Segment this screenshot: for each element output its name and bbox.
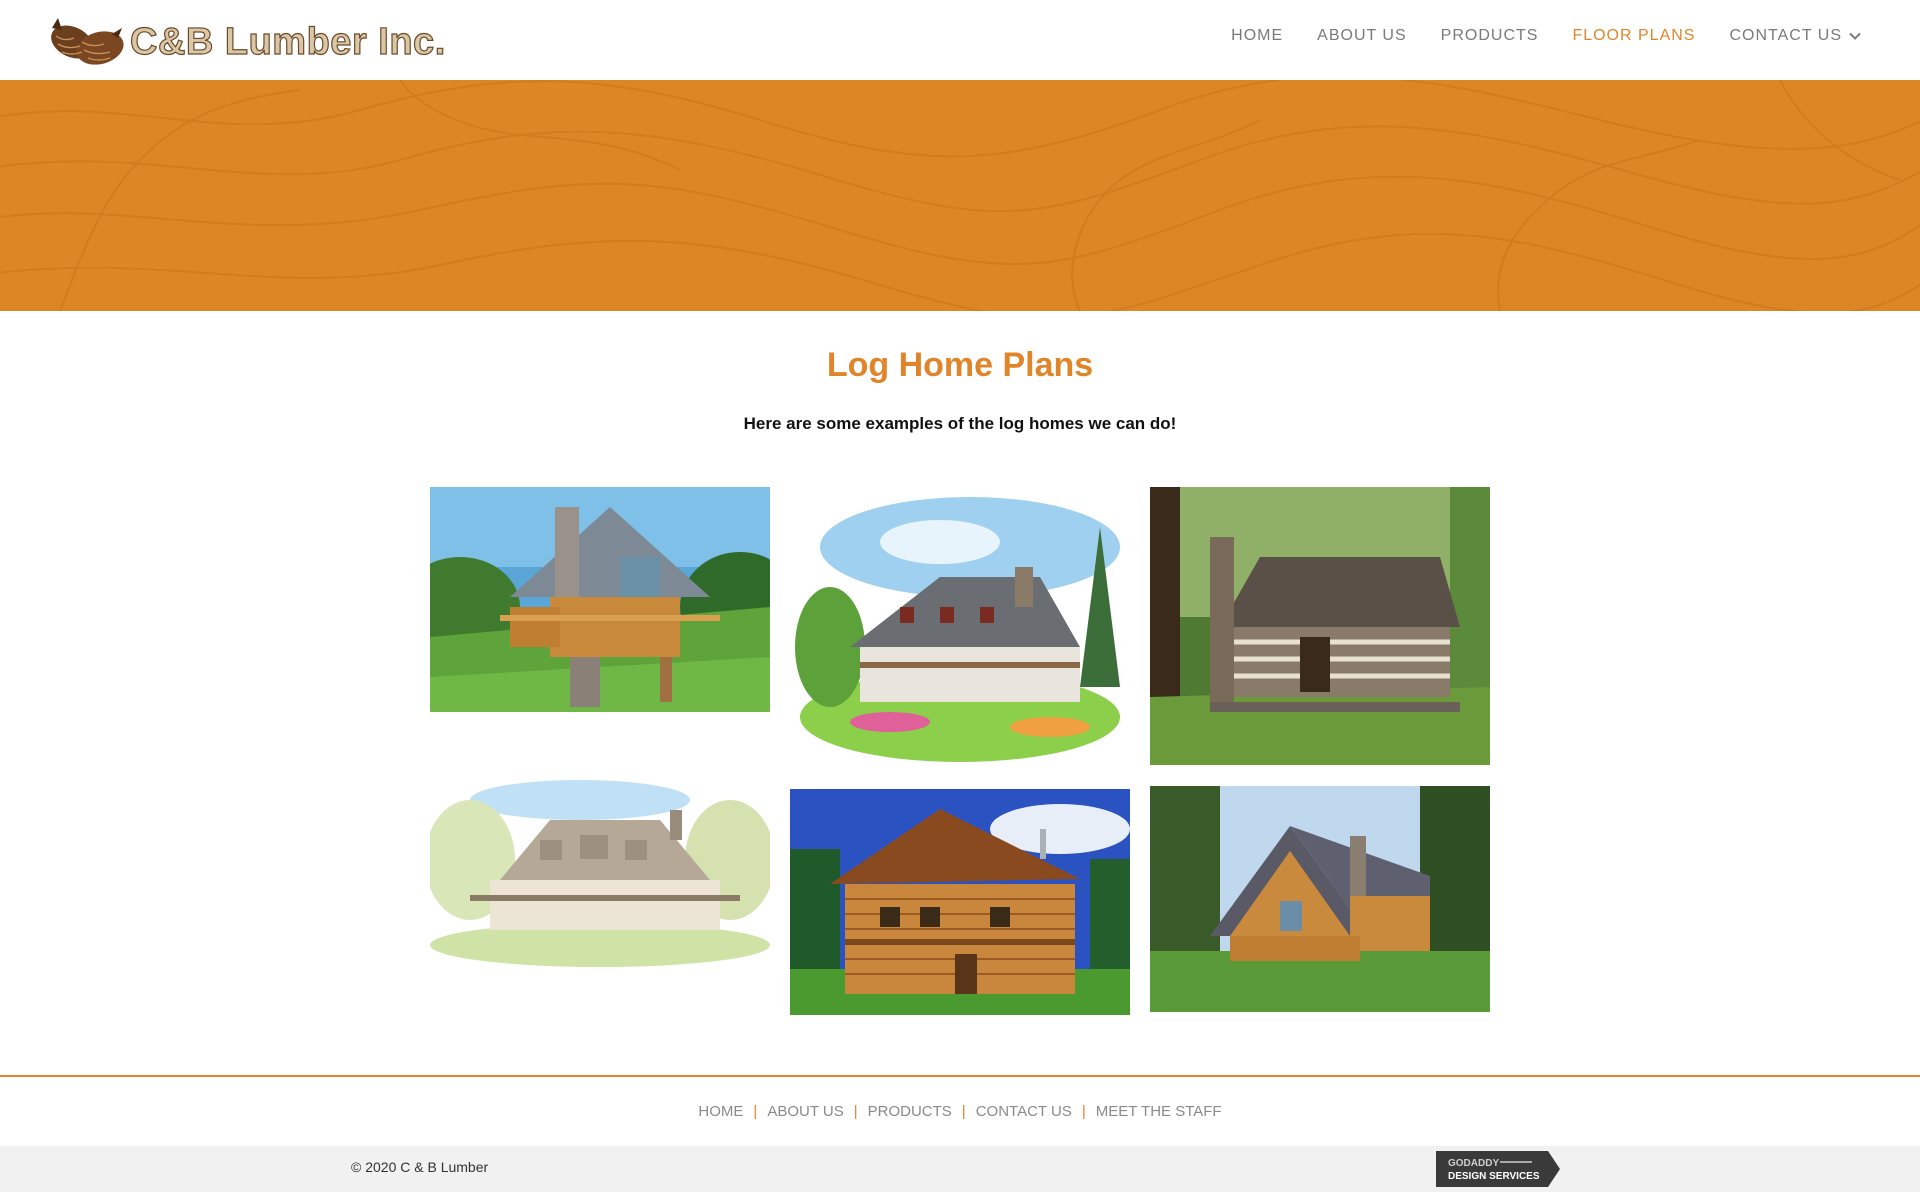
footer-link-meet-the-staff[interactable]: MEET THE STAFF bbox=[1096, 1103, 1222, 1120]
gallery-image-farmhouse-sketch[interactable] bbox=[430, 770, 770, 976]
nav-about-us[interactable]: ABOUT US bbox=[1317, 24, 1407, 48]
nav-contact-us-label: CONTACT US bbox=[1729, 27, 1842, 44]
pinecone-logo-icon bbox=[51, 18, 124, 65]
farmhouse-sketch-image bbox=[430, 770, 770, 976]
rustic-log-cabin-image bbox=[1150, 487, 1490, 765]
gallery-image-a-frame-log-cabin[interactable] bbox=[1150, 786, 1490, 1012]
site-header: C&B Lumber Inc. HOME ABOUT US PRODUCTS F… bbox=[0, 0, 1920, 80]
footer-separator: | bbox=[1081, 1103, 1086, 1120]
page-title: Log Home Plans bbox=[826, 346, 1094, 384]
gallery-image-cottage-watercolor[interactable] bbox=[790, 487, 1130, 765]
footer-link-about-us[interactable]: ABOUT US bbox=[767, 1103, 843, 1120]
main-nav: HOME ABOUT US PRODUCTS FLOOR PLANS CONTA… bbox=[1231, 24, 1862, 48]
log-home-chalet-image bbox=[430, 487, 770, 712]
two-story-log-home-image bbox=[790, 789, 1130, 1015]
godaddy-badge-icon[interactable]: GODADDY DESIGN SERVICES bbox=[1436, 1151, 1560, 1187]
page-subtitle: Here are some examples of the log homes … bbox=[743, 414, 1177, 433]
copyright-text: © 2020 C & B Lumber bbox=[351, 1159, 489, 1175]
badge-line1: GODADDY bbox=[1448, 1158, 1499, 1169]
nav-products[interactable]: PRODUCTS bbox=[1441, 24, 1539, 48]
footer-separator: | bbox=[753, 1103, 758, 1120]
gallery-image-two-story-log-home[interactable] bbox=[790, 789, 1130, 1015]
footer-separator: | bbox=[961, 1103, 966, 1120]
nav-home[interactable]: HOME bbox=[1231, 24, 1283, 48]
footer-separator: | bbox=[853, 1103, 858, 1120]
footer-divider bbox=[0, 1075, 1920, 1077]
bottom-bar: © 2020 C & B Lumber GODADDY DESIGN SERVI… bbox=[0, 1146, 1920, 1192]
footer-link-products[interactable]: PRODUCTS bbox=[868, 1103, 952, 1120]
footer-link-contact-us[interactable]: CONTACT US bbox=[976, 1103, 1072, 1120]
topographic-pattern bbox=[0, 80, 1920, 311]
cottage-watercolor-image bbox=[790, 487, 1130, 765]
nav-contact-us[interactable]: CONTACT US bbox=[1729, 24, 1862, 48]
footer-nav: HOME | ABOUT US | PRODUCTS | CONTACT US … bbox=[0, 1103, 1920, 1120]
gallery-image-rustic-log-cabin[interactable] bbox=[1150, 487, 1490, 765]
gallery-image-log-home-chalet[interactable] bbox=[430, 487, 770, 712]
a-frame-log-cabin-image bbox=[1150, 786, 1490, 1012]
hero-banner bbox=[0, 80, 1920, 311]
chevron-down-icon bbox=[1849, 32, 1861, 40]
logo-text: C&B Lumber Inc. bbox=[129, 20, 446, 63]
site-logo[interactable]: C&B Lumber Inc. bbox=[42, 8, 446, 72]
footer-link-home[interactable]: HOME bbox=[698, 1103, 743, 1120]
badge-line2: DESIGN SERVICES bbox=[1448, 1171, 1540, 1182]
nav-floor-plans[interactable]: FLOOR PLANS bbox=[1572, 24, 1695, 48]
